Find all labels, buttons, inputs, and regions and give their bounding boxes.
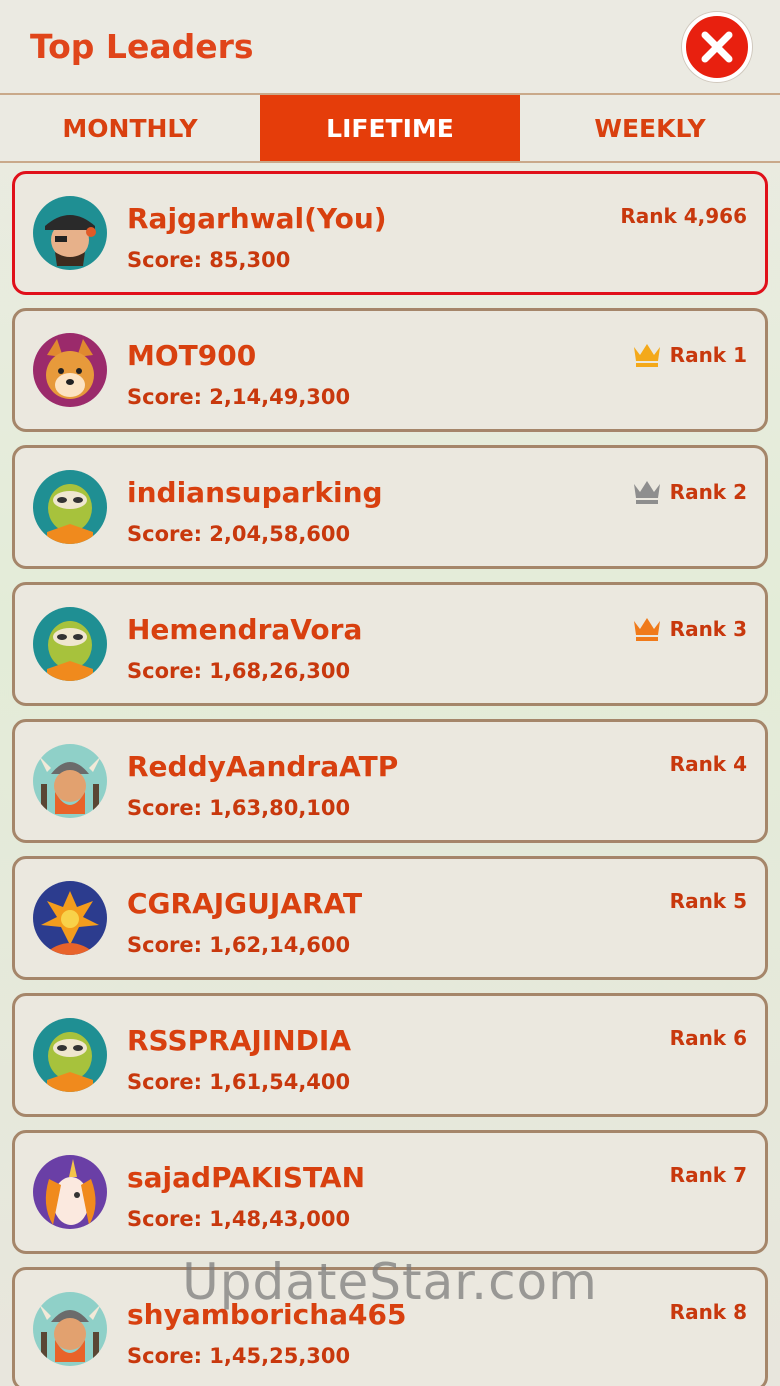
rank-label: Rank 4,966 xyxy=(620,204,747,228)
player-name: MOT900 xyxy=(127,339,257,372)
leaderboard-list[interactable]: Rajgarhwal(You) Score: 85,300 Rank 4,966 MO… xyxy=(0,163,780,1386)
player-name: shyamboricha465 xyxy=(127,1298,407,1331)
leaderboard-row[interactable]: shyamboricha465 Score: 1,45,25,300 Rank 8 xyxy=(12,1267,768,1386)
avatar xyxy=(33,196,107,270)
avatar xyxy=(33,607,107,681)
tab-weekly[interactable]: WEEKLY xyxy=(520,95,780,161)
player-name: ReddyAandraATP xyxy=(127,750,399,783)
rank-label: Rank 3 xyxy=(669,617,747,641)
avatar xyxy=(33,470,107,544)
player-name: RSSPRAJINDIA xyxy=(127,1024,351,1057)
player-name: CGRAJGUJARAT xyxy=(127,887,363,920)
player-name: indiansuparking xyxy=(127,476,383,509)
leaderboard-row[interactable]: CGRAJGUJARAT Score: 1,62,14,600 Rank 5 xyxy=(12,856,768,980)
rank-label: Rank 7 xyxy=(669,1163,747,1187)
player-rank: Rank 7 xyxy=(670,1163,747,1187)
rank-label: Rank 6 xyxy=(669,1026,747,1050)
rank-label: Rank 8 xyxy=(669,1300,747,1324)
player-name: Rajgarhwal(You) xyxy=(127,202,387,235)
avatar xyxy=(33,744,107,818)
rank-label: Rank 1 xyxy=(669,343,747,367)
close-button[interactable] xyxy=(682,11,752,82)
leaderboard-row[interactable]: MOT900 Score: 2,14,49,300 Rank 1 xyxy=(12,308,768,432)
period-tabs: MONTHLY LIFETIME WEEKLY xyxy=(0,95,780,163)
player-score: Score: 1,63,80,100 xyxy=(127,796,351,820)
player-rank: Rank 3 xyxy=(632,615,747,643)
player-rank: Rank 5 xyxy=(670,889,747,913)
avatar xyxy=(33,333,107,407)
player-score: Score: 1,62,14,600 xyxy=(127,933,351,957)
rank-label: Rank 2 xyxy=(669,480,747,504)
leaderboard-row[interactable]: ReddyAandraATP Score: 1,63,80,100 Rank 4 xyxy=(12,719,768,843)
tab-lifetime[interactable]: LIFETIME xyxy=(260,95,520,161)
leaderboard-row[interactable]: sajadPAKISTAN Score: 1,48,43,000 Rank 7 xyxy=(12,1130,768,1254)
avatar xyxy=(33,1018,107,1092)
header-bar: Top Leaders xyxy=(0,0,780,95)
rank-label: Rank 4 xyxy=(669,752,747,776)
player-name: HemendraVora xyxy=(127,613,363,646)
current-user-row[interactable]: Rajgarhwal(You) Score: 85,300 Rank 4,966 xyxy=(12,171,768,295)
leaderboard-row[interactable]: HemendraVora Score: 1,68,26,300 Rank 3 xyxy=(12,582,768,706)
avatar xyxy=(33,1292,107,1366)
player-score: Score: 1,68,26,300 xyxy=(127,659,351,683)
player-rank: Rank 2 xyxy=(632,478,747,506)
player-rank: Rank 8 xyxy=(670,1300,747,1324)
player-rank: Rank 4,966 xyxy=(620,204,747,228)
leaderboard-row[interactable]: indiansuparking Score: 2,04,58,600 Rank 2 xyxy=(12,445,768,569)
avatar xyxy=(33,881,107,955)
rank-label: Rank 5 xyxy=(669,889,747,913)
player-rank: Rank 4 xyxy=(670,752,747,776)
player-score: Score: 1,61,54,400 xyxy=(127,1070,351,1094)
tab-monthly[interactable]: MONTHLY xyxy=(0,95,260,161)
crown-icon xyxy=(632,615,662,643)
player-score: Score: 2,04,58,600 xyxy=(127,522,351,546)
player-score: Score: 1,48,43,000 xyxy=(127,1207,351,1231)
player-name: sajadPAKISTAN xyxy=(127,1161,366,1194)
player-rank: Rank 1 xyxy=(632,341,747,369)
player-score: Score: 85,300 xyxy=(127,248,291,272)
player-score: Score: 1,45,25,300 xyxy=(127,1344,351,1368)
crown-icon xyxy=(632,478,662,506)
player-rank: Rank 6 xyxy=(670,1026,747,1050)
leaderboard-row[interactable]: RSSPRAJINDIA Score: 1,61,54,400 Rank 6 xyxy=(12,993,768,1117)
player-score: Score: 2,14,49,300 xyxy=(127,385,351,409)
avatar xyxy=(33,1155,107,1229)
close-icon xyxy=(701,31,733,62)
page-title: Top Leaders xyxy=(30,27,254,66)
crown-icon xyxy=(632,341,662,369)
